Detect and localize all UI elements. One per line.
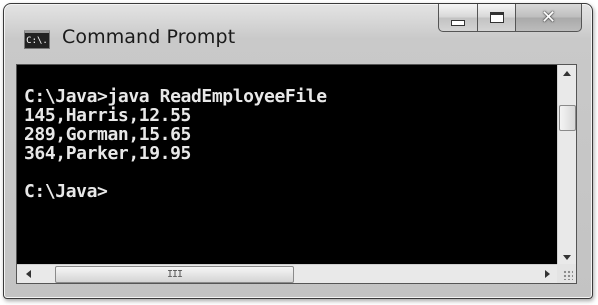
maximize-icon xyxy=(489,12,504,23)
command-prompt-icon[interactable]: C:\. xyxy=(24,30,50,49)
minimize-button[interactable] xyxy=(438,4,478,32)
scroll-left-button[interactable] xyxy=(19,265,37,283)
console-text: C:\Java>java ReadEmployeeFile 145,Harris,… xyxy=(24,87,327,201)
arrow-right-icon xyxy=(544,270,550,278)
close-icon: ✕ xyxy=(540,6,557,28)
resize-grip[interactable] xyxy=(557,264,576,283)
title-bar[interactable]: C:\. Command Prompt ✕ xyxy=(4,4,592,56)
scroll-right-button[interactable] xyxy=(538,265,556,283)
vertical-scroll-thumb[interactable] xyxy=(559,105,576,131)
close-button[interactable]: ✕ xyxy=(516,4,582,32)
console-line: 364,Parker,19.95 xyxy=(24,143,191,164)
size-grip-icon xyxy=(563,270,573,280)
horizontal-scrollbar[interactable]: III xyxy=(17,264,558,283)
caption-buttons: ✕ xyxy=(438,4,582,36)
console-line: 289,Gorman,15.65 xyxy=(24,124,191,145)
console-line: C:\Java> xyxy=(24,181,108,202)
console-line: C:\Java>java ReadEmployeeFile xyxy=(24,86,327,107)
window-title: Command Prompt xyxy=(62,26,236,48)
console-output[interactable]: C:\Java>java ReadEmployeeFile 145,Harris,… xyxy=(17,65,558,266)
minimize-icon xyxy=(451,19,465,26)
arrow-up-icon xyxy=(563,71,571,76)
scroll-up-button[interactable] xyxy=(558,65,576,82)
command-prompt-window: C:\. Command Prompt ✕ C:\Java>java ReadE… xyxy=(3,3,593,299)
scroll-grip-icon: III xyxy=(166,268,183,280)
vertical-scrollbar[interactable] xyxy=(557,65,576,266)
arrow-left-icon xyxy=(25,270,31,278)
arrow-down-icon xyxy=(563,255,571,260)
console-line: 145,Harris,12.55 xyxy=(24,105,191,126)
console-client-area: C:\Java>java ReadEmployeeFile 145,Harris,… xyxy=(16,64,577,284)
horizontal-scroll-thumb[interactable]: III xyxy=(55,266,294,283)
maximize-button[interactable] xyxy=(478,4,516,32)
